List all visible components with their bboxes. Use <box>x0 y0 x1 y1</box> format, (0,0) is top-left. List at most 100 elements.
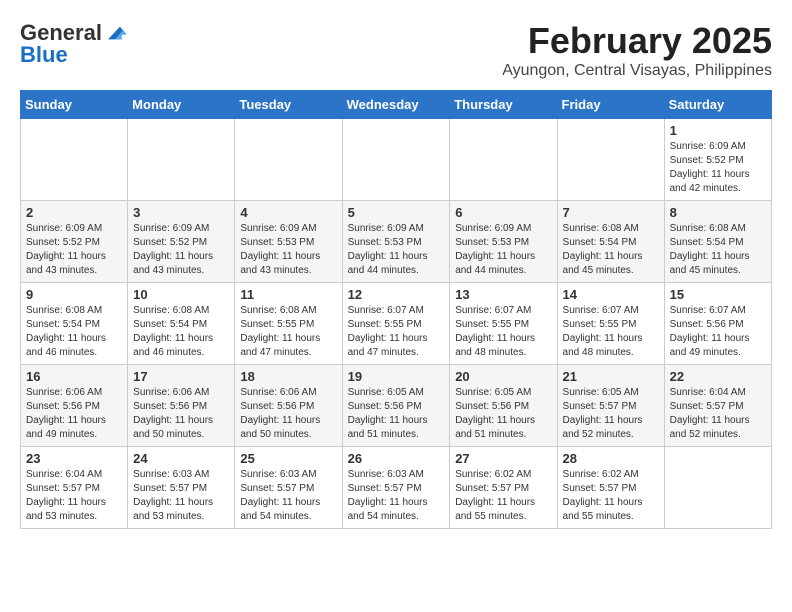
day-cell-10: 10 Sunrise: 6:08 AM Sunset: 5:54 PM Dayli… <box>128 283 235 365</box>
day-info: Sunrise: 6:03 AM Sunset: 5:57 PM Dayligh… <box>348 468 445 524</box>
day-number: 26 <box>348 451 445 466</box>
day-number: 1 <box>670 123 766 138</box>
day-cell-27: 27 Sunrise: 6:02 AM Sunset: 5:57 PM Dayli… <box>450 447 557 529</box>
empty-cell <box>21 119 128 201</box>
location-title: Ayungon, Central Visayas, Philippines <box>502 62 772 80</box>
calendar: SundayMondayTuesdayWednesdayThursdayFrid… <box>20 90 772 529</box>
day-info: Sunrise: 6:02 AM Sunset: 5:57 PM Dayligh… <box>455 468 551 524</box>
weekday-header-saturday: Saturday <box>664 91 771 119</box>
day-cell-16: 16 Sunrise: 6:06 AM Sunset: 5:56 PM Dayli… <box>21 365 128 447</box>
day-cell-12: 12Sunrise: 6:07 AM Sunset: 5:55 PM Dayli… <box>342 283 450 365</box>
empty-cell <box>342 119 450 201</box>
day-info: Sunrise: 6:08 AM Sunset: 5:55 PM Dayligh… <box>240 304 336 360</box>
day-info: Sunrise: 6:09 AM Sunset: 5:53 PM Dayligh… <box>455 222 551 278</box>
day-cell-6: 6 Sunrise: 6:09 AM Sunset: 5:53 PM Daylig… <box>450 201 557 283</box>
title-block: February 2025 Ayungon, Central Visayas, … <box>502 20 772 80</box>
weekday-header-friday: Friday <box>557 91 664 119</box>
day-info: Sunrise: 6:05 AM Sunset: 5:57 PM Dayligh… <box>563 386 659 442</box>
day-number: 8 <box>670 205 766 220</box>
week-row-5: 23 Sunrise: 6:04 AM Sunset: 5:57 PM Dayli… <box>21 447 772 529</box>
day-info: Sunrise: 6:07 AM Sunset: 5:55 PM Dayligh… <box>563 304 659 360</box>
day-cell-4: 4 Sunrise: 6:09 AM Sunset: 5:53 PM Daylig… <box>235 201 342 283</box>
day-cell-22: 22 Sunrise: 6:04 AM Sunset: 5:57 PM Dayli… <box>664 365 771 447</box>
month-title: February 2025 <box>502 20 772 62</box>
day-info: Sunrise: 6:06 AM Sunset: 5:56 PM Dayligh… <box>133 386 229 442</box>
weekday-header-thursday: Thursday <box>450 91 557 119</box>
day-info: Sunrise: 6:07 AM Sunset: 5:55 PM Dayligh… <box>348 304 445 360</box>
day-number: 13 <box>455 287 551 302</box>
day-number: 10 <box>133 287 229 302</box>
weekday-header-row: SundayMondayTuesdayWednesdayThursdayFrid… <box>21 91 772 119</box>
day-number: 14 <box>563 287 659 302</box>
day-number: 3 <box>133 205 229 220</box>
day-number: 7 <box>563 205 659 220</box>
day-cell-8: 8 Sunrise: 6:08 AM Sunset: 5:54 PM Daylig… <box>664 201 771 283</box>
week-row-4: 16 Sunrise: 6:06 AM Sunset: 5:56 PM Dayli… <box>21 365 772 447</box>
day-number: 18 <box>240 369 336 384</box>
header: General Blue February 2025 Ayungon, Cent… <box>20 20 772 80</box>
day-number: 9 <box>26 287 122 302</box>
day-number: 15 <box>670 287 766 302</box>
day-cell-21: 21 Sunrise: 6:05 AM Sunset: 5:57 PM Dayli… <box>557 365 664 447</box>
day-cell-2: 2Sunrise: 6:09 AM Sunset: 5:52 PM Daylig… <box>21 201 128 283</box>
day-number: 25 <box>240 451 336 466</box>
day-info: Sunrise: 6:05 AM Sunset: 5:56 PM Dayligh… <box>348 386 445 442</box>
day-info: Sunrise: 6:08 AM Sunset: 5:54 PM Dayligh… <box>133 304 229 360</box>
day-info: Sunrise: 6:09 AM Sunset: 5:53 PM Dayligh… <box>348 222 445 278</box>
day-cell-11: 11 Sunrise: 6:08 AM Sunset: 5:55 PM Dayli… <box>235 283 342 365</box>
empty-cell <box>557 119 664 201</box>
day-info: Sunrise: 6:09 AM Sunset: 5:52 PM Dayligh… <box>670 140 766 196</box>
day-info: Sunrise: 6:02 AM Sunset: 5:57 PM Dayligh… <box>563 468 659 524</box>
week-row-2: 2Sunrise: 6:09 AM Sunset: 5:52 PM Daylig… <box>21 201 772 283</box>
day-number: 22 <box>670 369 766 384</box>
day-number: 21 <box>563 369 659 384</box>
day-number: 20 <box>455 369 551 384</box>
day-info: Sunrise: 6:08 AM Sunset: 5:54 PM Dayligh… <box>670 222 766 278</box>
day-cell-24: 24Sunrise: 6:03 AM Sunset: 5:57 PM Dayli… <box>128 447 235 529</box>
day-info: Sunrise: 6:03 AM Sunset: 5:57 PM Dayligh… <box>240 468 336 524</box>
day-number: 4 <box>240 205 336 220</box>
day-info: Sunrise: 6:06 AM Sunset: 5:56 PM Dayligh… <box>26 386 122 442</box>
day-number: 5 <box>348 205 445 220</box>
day-cell-25: 25 Sunrise: 6:03 AM Sunset: 5:57 PM Dayli… <box>235 447 342 529</box>
day-cell-13: 13 Sunrise: 6:07 AM Sunset: 5:55 PM Dayli… <box>450 283 557 365</box>
week-row-1: 1 Sunrise: 6:09 AM Sunset: 5:52 PM Daylig… <box>21 119 772 201</box>
week-row-3: 9 Sunrise: 6:08 AM Sunset: 5:54 PM Daylig… <box>21 283 772 365</box>
day-cell-14: 14 Sunrise: 6:07 AM Sunset: 5:55 PM Dayli… <box>557 283 664 365</box>
day-number: 11 <box>240 287 336 302</box>
day-number: 23 <box>26 451 122 466</box>
day-number: 27 <box>455 451 551 466</box>
day-cell-1: 1 Sunrise: 6:09 AM Sunset: 5:52 PM Daylig… <box>664 119 771 201</box>
day-info: Sunrise: 6:09 AM Sunset: 5:53 PM Dayligh… <box>240 222 336 278</box>
day-cell-17: 17Sunrise: 6:06 AM Sunset: 5:56 PM Dayli… <box>128 365 235 447</box>
day-info: Sunrise: 6:07 AM Sunset: 5:55 PM Dayligh… <box>455 304 551 360</box>
day-number: 19 <box>348 369 445 384</box>
day-info: Sunrise: 6:05 AM Sunset: 5:56 PM Dayligh… <box>455 386 551 442</box>
day-cell-26: 26 Sunrise: 6:03 AM Sunset: 5:57 PM Dayli… <box>342 447 450 529</box>
day-info: Sunrise: 6:04 AM Sunset: 5:57 PM Dayligh… <box>26 468 122 524</box>
empty-cell <box>128 119 235 201</box>
page: General Blue February 2025 Ayungon, Cent… <box>0 0 792 539</box>
day-cell-7: 7 Sunrise: 6:08 AM Sunset: 5:54 PM Daylig… <box>557 201 664 283</box>
day-cell-5: 5 Sunrise: 6:09 AM Sunset: 5:53 PM Daylig… <box>342 201 450 283</box>
day-cell-19: 19 Sunrise: 6:05 AM Sunset: 5:56 PM Dayli… <box>342 365 450 447</box>
day-info: Sunrise: 6:07 AM Sunset: 5:56 PM Dayligh… <box>670 304 766 360</box>
day-number: 2 <box>26 205 122 220</box>
day-cell-18: 18Sunrise: 6:06 AM Sunset: 5:56 PM Dayli… <box>235 365 342 447</box>
empty-cell <box>450 119 557 201</box>
weekday-header-tuesday: Tuesday <box>235 91 342 119</box>
logo-icon <box>104 21 128 45</box>
weekday-header-sunday: Sunday <box>21 91 128 119</box>
day-info: Sunrise: 6:08 AM Sunset: 5:54 PM Dayligh… <box>563 222 659 278</box>
empty-cell <box>235 119 342 201</box>
day-info: Sunrise: 6:04 AM Sunset: 5:57 PM Dayligh… <box>670 386 766 442</box>
logo-blue-text: Blue <box>20 42 68 67</box>
day-info: Sunrise: 6:08 AM Sunset: 5:54 PM Dayligh… <box>26 304 122 360</box>
day-number: 16 <box>26 369 122 384</box>
day-info: Sunrise: 6:03 AM Sunset: 5:57 PM Dayligh… <box>133 468 229 524</box>
day-number: 6 <box>455 205 551 220</box>
day-cell-9: 9 Sunrise: 6:08 AM Sunset: 5:54 PM Daylig… <box>21 283 128 365</box>
day-cell-23: 23 Sunrise: 6:04 AM Sunset: 5:57 PM Dayli… <box>21 447 128 529</box>
day-cell-28: 28Sunrise: 6:02 AM Sunset: 5:57 PM Dayli… <box>557 447 664 529</box>
day-cell-15: 15 Sunrise: 6:07 AM Sunset: 5:56 PM Dayli… <box>664 283 771 365</box>
